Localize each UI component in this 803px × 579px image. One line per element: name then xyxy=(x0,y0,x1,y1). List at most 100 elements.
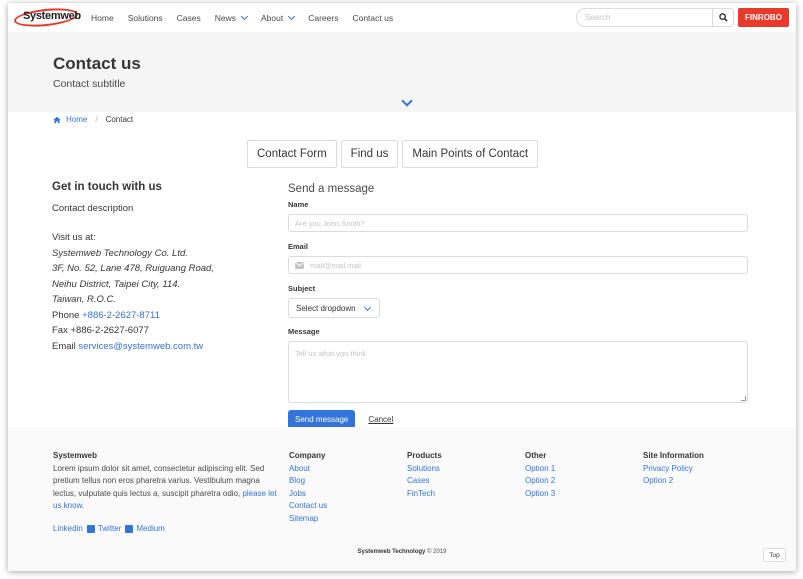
fax-row: Fax +886-2-2627-6077 xyxy=(52,323,272,339)
footer-link-option-1[interactable]: Option 1 xyxy=(525,463,555,476)
phone-label: Phone xyxy=(52,309,80,321)
home-icon xyxy=(53,116,61,123)
tab-main-points[interactable]: Main Points of Contact xyxy=(402,140,539,168)
section-tabs: Contact Form Find us Main Points of Cont… xyxy=(247,140,542,168)
footer-col-company: Company About Blog Jobs Contact us Sitem… xyxy=(289,450,327,525)
address-line-1: Systemweb Technology Co. Ltd. xyxy=(52,247,188,259)
phone-link[interactable]: +886-2-2627-8711 xyxy=(82,310,160,321)
message-form: Send a message Name Are you John Smith? … xyxy=(288,183,748,429)
footer-col-other: Other Option 1 Option 2 Option 3 xyxy=(525,450,555,500)
search-icon xyxy=(718,13,728,22)
subject-value: Select dropdown xyxy=(296,303,356,313)
subject-select[interactable]: Select dropdown xyxy=(288,298,380,318)
email-placeholder: mail@mail.mail xyxy=(310,260,361,270)
message-placeholder: Tell us what you think xyxy=(295,349,367,358)
breadcrumb: Home / Contact xyxy=(53,115,133,124)
message-textarea[interactable]: Tell us what you think xyxy=(288,341,748,403)
footer-link-option-3[interactable]: Option 3 xyxy=(525,488,555,501)
footer-link-privacy[interactable]: Privacy Policy xyxy=(643,463,704,476)
contact-info: Get in touch with us Contact description… xyxy=(52,181,272,354)
search-input[interactable]: Search xyxy=(576,8,713,27)
footer-brand-body: Lorem ipsum dolor sit amet, consectetur … xyxy=(53,463,265,498)
envelope-icon xyxy=(295,261,304,269)
address-line-2: 3F, No. 52, Lane 478, Ruiguang Road, xyxy=(52,263,214,274)
email-field[interactable]: mail@mail.mail xyxy=(288,256,748,274)
linkedin-link[interactable]: Linkedin xyxy=(53,524,83,533)
chevron-down-icon xyxy=(240,12,249,20)
visit-label: Visit us at: xyxy=(52,232,96,243)
search-button[interactable] xyxy=(712,8,734,27)
fax-value: +886-2-2627-6077 xyxy=(70,325,149,336)
tab-find-us[interactable]: Find us xyxy=(340,140,399,168)
footer-brand: Systemweb Lorem ipsum dolor sit amet, co… xyxy=(53,450,278,513)
name-placeholder: Are you John Smith? xyxy=(295,218,365,228)
nav-home-label: Home xyxy=(91,12,114,23)
footer: Systemweb Lorem ipsum dolor sit amet, co… xyxy=(8,427,796,571)
breadcrumb-current: Contact xyxy=(105,115,134,124)
nav-careers[interactable]: Careers xyxy=(308,13,338,23)
subject-label: Subject xyxy=(288,284,316,293)
nav-cases-label: Cases xyxy=(176,12,201,23)
medium-icon xyxy=(125,524,134,533)
email-field-label: Email xyxy=(288,242,309,251)
footer-link-blog[interactable]: Blog xyxy=(289,475,327,488)
nav-contact[interactable]: Contact us xyxy=(352,13,393,23)
chevron-down-icon xyxy=(363,303,372,312)
twitter-icon xyxy=(86,524,95,533)
footer-col-title: Products xyxy=(407,451,442,460)
form-heading: Send a message xyxy=(288,183,375,195)
breadcrumb-separator: / xyxy=(95,115,98,124)
nav-home[interactable]: Home xyxy=(91,13,114,23)
breadcrumb-home[interactable]: Home xyxy=(53,115,87,124)
footer-link-sitemap[interactable]: Sitemap xyxy=(289,513,327,526)
nav-contact-label: Contact us xyxy=(352,12,394,23)
footer-col-products: Products Solutions Cases FinTech xyxy=(407,450,442,500)
nav-news[interactable]: News xyxy=(214,12,249,23)
medium-link[interactable]: Medium xyxy=(136,524,164,533)
page-title: Contact us xyxy=(53,54,141,73)
page-subtitle: Contact subtitle xyxy=(53,78,126,90)
resize-handle-icon[interactable] xyxy=(741,396,746,401)
footer-link-site-option-2[interactable]: Option 2 xyxy=(643,475,704,488)
nav-about[interactable]: About xyxy=(261,12,296,23)
copyright-year: © 2019 xyxy=(427,549,447,555)
chevron-down-icon xyxy=(288,12,296,20)
footer-link-about[interactable]: About xyxy=(289,463,327,476)
info-heading: Get in touch with us xyxy=(52,181,162,193)
systemweb-logo[interactable]: Systemweb xyxy=(13,5,81,30)
nav-cases[interactable]: Cases xyxy=(177,13,201,23)
fax-label: Fax xyxy=(52,325,68,336)
message-label: Message xyxy=(288,327,320,336)
email-label: Email xyxy=(52,340,76,352)
email-link[interactable]: services@systemweb.com.tw xyxy=(78,341,203,352)
nav-careers-label: Careers xyxy=(308,12,339,23)
name-field[interactable]: Are you John Smith? xyxy=(288,214,748,232)
info-description: Contact description xyxy=(52,203,134,214)
chevron-down-icon[interactable] xyxy=(401,95,413,107)
twitter-link[interactable]: Twitter xyxy=(98,524,122,533)
nav-about-label: About xyxy=(261,12,284,23)
footer-brand-text: Lorem ipsum dolor sit amet, consectetur … xyxy=(53,463,278,513)
back-to-top-button[interactable]: Top xyxy=(763,548,786,562)
cancel-button[interactable]: Cancel xyxy=(368,415,393,424)
email-row: Email services@systemweb.com.tw xyxy=(52,339,272,355)
nav-links: Home Solutions Cases News About Careers … xyxy=(91,3,407,32)
nav-solutions[interactable]: Solutions xyxy=(128,13,163,23)
footer-col-title: Company xyxy=(289,451,326,460)
nav-solutions-label: Solutions xyxy=(127,12,163,23)
footer-link-option-2[interactable]: Option 2 xyxy=(525,475,555,488)
copyright: Systemweb Technology © 2019 xyxy=(8,549,796,555)
finrobo-button[interactable]: FINROBO xyxy=(738,8,789,27)
logo-text: Systemweb xyxy=(23,10,81,22)
address-line-3: Neihu District, Taipei City, 114. xyxy=(52,278,181,290)
footer-link-jobs[interactable]: Jobs xyxy=(289,488,327,501)
tab-contact-form[interactable]: Contact Form xyxy=(247,140,337,168)
footer-link-fintech[interactable]: FinTech xyxy=(407,488,442,501)
footer-link-cases[interactable]: Cases xyxy=(407,475,442,488)
name-label: Name xyxy=(288,200,309,209)
footer-col-title: Site Information xyxy=(643,451,704,460)
nav-news-label: News xyxy=(214,12,237,23)
footer-link-solutions[interactable]: Solutions xyxy=(407,463,442,476)
footer-link-contact[interactable]: Contact us xyxy=(289,500,327,513)
footer-col-title: Other xyxy=(525,451,547,460)
